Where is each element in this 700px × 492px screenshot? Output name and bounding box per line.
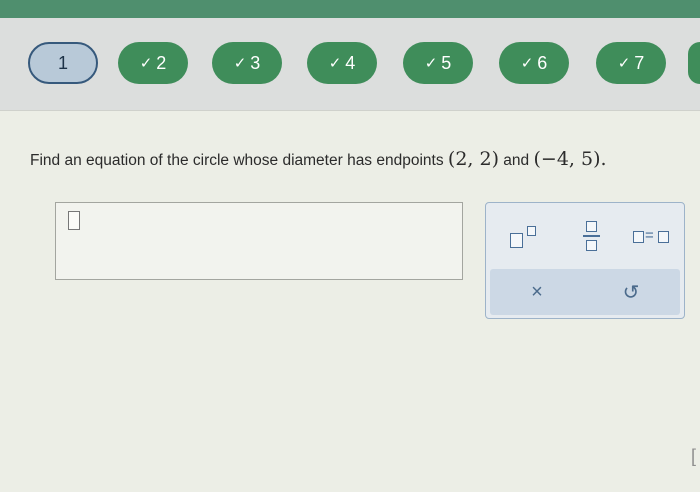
question-1-label: 1 bbox=[57, 52, 68, 73]
top-header-strip bbox=[0, 0, 700, 18]
question-6-label: 6 bbox=[537, 52, 548, 73]
question-4-button[interactable]: ✓ 4 bbox=[307, 42, 377, 84]
question-suffix: . bbox=[600, 148, 607, 170]
undo-button[interactable]: ↺ bbox=[611, 277, 651, 307]
question-5-label: 5 bbox=[441, 52, 452, 73]
close-icon: × bbox=[531, 280, 543, 303]
palette-actions-row: × ↺ bbox=[490, 269, 680, 315]
question-4-label: 4 bbox=[345, 52, 356, 73]
fraction-bar-icon bbox=[583, 235, 600, 237]
math-palette: = × ↺ bbox=[485, 202, 685, 319]
question-5-button[interactable]: ✓ 5 bbox=[403, 42, 473, 84]
check-icon: ✓ bbox=[233, 55, 247, 72]
partial-edge-icon: [ bbox=[691, 446, 697, 466]
question-3-label: 3 bbox=[250, 52, 261, 73]
base-box-icon bbox=[510, 233, 523, 248]
equation-tool[interactable]: = bbox=[631, 227, 675, 247]
question-2-label: 2 bbox=[156, 52, 167, 73]
question-conjunction: and bbox=[499, 152, 534, 169]
input-cursor-placeholder bbox=[68, 211, 80, 230]
check-icon: ✓ bbox=[617, 55, 631, 72]
question-6-button[interactable]: ✓ 6 bbox=[499, 42, 569, 84]
question-prefix: Find an equation of the circle whose dia… bbox=[30, 152, 448, 169]
fraction-tool[interactable] bbox=[580, 219, 604, 253]
clear-button[interactable]: × bbox=[517, 277, 557, 307]
answer-input[interactable] bbox=[55, 202, 463, 280]
endpoint-1: (2, 2) bbox=[447, 148, 499, 170]
check-icon: ✓ bbox=[328, 55, 342, 72]
question-7-button[interactable]: ✓ 7 bbox=[596, 42, 666, 84]
lhs-box-icon bbox=[633, 231, 644, 243]
question-1-button[interactable]: 1 bbox=[28, 42, 98, 84]
question-next-button-partial[interactable] bbox=[688, 42, 700, 84]
check-icon: ✓ bbox=[139, 55, 153, 72]
superscript-tool[interactable] bbox=[508, 223, 542, 251]
question-text: Find an equation of the circle whose dia… bbox=[30, 148, 690, 170]
equals-sign: = bbox=[645, 227, 654, 244]
check-icon: ✓ bbox=[424, 55, 438, 72]
question-7-label: 7 bbox=[634, 52, 645, 73]
question-2-button[interactable]: ✓ 2 bbox=[118, 42, 188, 84]
undo-icon: ↺ bbox=[622, 281, 640, 304]
endpoint-2: (−4, 5) bbox=[533, 148, 601, 170]
rhs-box-icon bbox=[658, 231, 669, 243]
question-3-button[interactable]: ✓ 3 bbox=[212, 42, 282, 84]
denominator-box-icon bbox=[586, 240, 597, 251]
check-icon: ✓ bbox=[520, 55, 534, 72]
numerator-box-icon bbox=[586, 221, 597, 232]
exponent-box-icon bbox=[527, 226, 536, 236]
